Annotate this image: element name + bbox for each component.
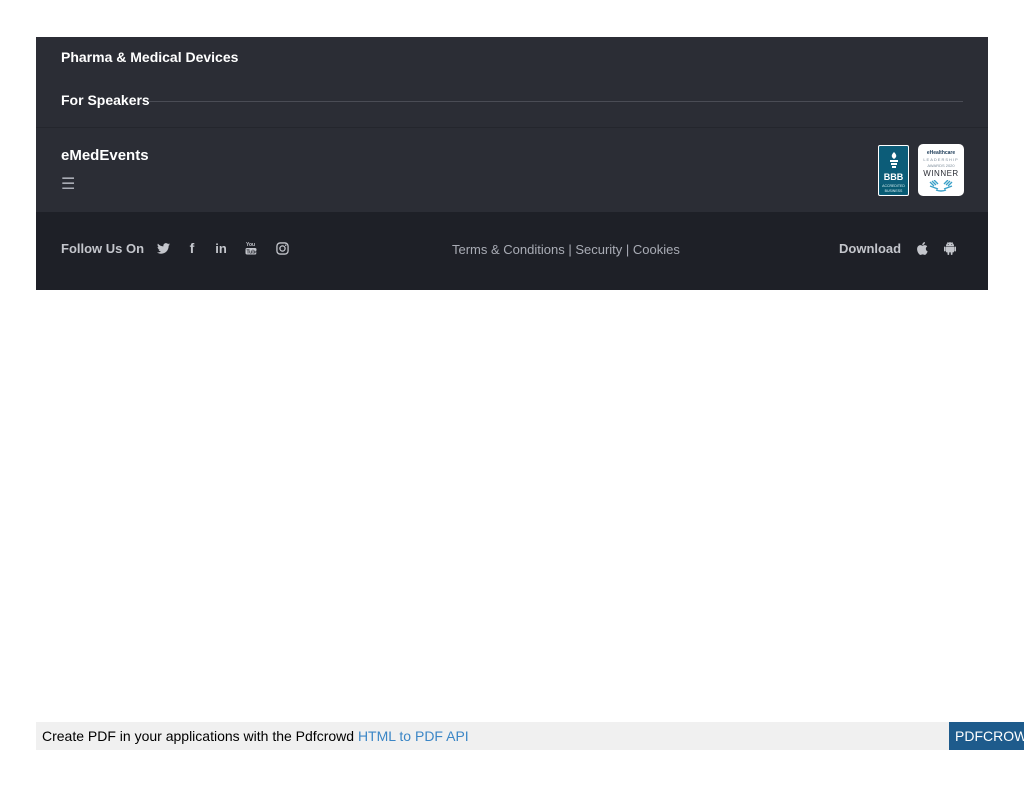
pdfcrowd-text: Create PDF in your applications with the…: [42, 728, 469, 744]
twitter-icon[interactable]: [155, 240, 171, 256]
apple-icon[interactable]: [914, 240, 930, 256]
youtube-icon[interactable]: You Tube: [243, 240, 259, 256]
footer-link-pharma[interactable]: Pharma & Medical Devices: [61, 49, 238, 65]
android-icon[interactable]: [942, 240, 958, 256]
svg-text:Tube: Tube: [247, 249, 258, 255]
pdfcrowd-badge[interactable]: PDFCROWD: [949, 722, 1024, 750]
footer-menu: Pharma & Medical Devices For Speakers: [36, 37, 988, 127]
pdfcrowd-badge-label: PDFCROWD: [955, 728, 1024, 744]
svg-text:You: You: [246, 242, 255, 248]
award-line-4: WINNER: [923, 169, 959, 178]
bbb-badge[interactable]: BBB ACCREDITED BUSINESS: [878, 145, 909, 196]
facebook-icon[interactable]: f: [184, 240, 200, 256]
bbb-label: BBB: [883, 172, 904, 182]
pdfcrowd-message: Create PDF in your applications with the…: [42, 728, 358, 744]
download-label: Download: [839, 241, 902, 256]
instagram-icon[interactable]: [274, 240, 290, 256]
brand-title: eMedEvents: [61, 147, 149, 164]
follow-label: Follow Us On: [61, 241, 145, 256]
hamburger-icon[interactable]: ☰: [61, 176, 75, 192]
award-line-2: LEADERSHIP: [923, 157, 959, 162]
terms-link[interactable]: Terms & Conditions: [452, 242, 565, 257]
legal-separator: |: [622, 242, 633, 257]
award-badge[interactable]: eHealthcare LEADERSHIP AWARDS 2020 WINNE…: [918, 144, 964, 196]
linkedin-icon[interactable]: in: [213, 240, 229, 256]
brand-section: eMedEvents ☰ BBB ACCREDITED BUSINESS eHe…: [36, 127, 988, 213]
pdfcrowd-link[interactable]: HTML to PDF API: [358, 728, 469, 744]
award-line-3: AWARDS 2020: [927, 163, 955, 168]
cookies-link[interactable]: Cookies: [633, 242, 680, 257]
security-link[interactable]: Security: [575, 242, 622, 257]
footer-bottom-bar: Follow Us On f in You Tube Terms & Condi…: [36, 212, 988, 290]
award-line-1: eHealthcare: [926, 150, 956, 156]
site-footer: Pharma & Medical Devices For Speakers eM…: [36, 37, 988, 290]
bbb-sublabel: ACCREDITED BUSINESS: [880, 184, 907, 194]
legal-links: Terms & Conditions | Security | Cookies: [452, 242, 680, 257]
legal-separator: |: [564, 242, 576, 257]
torch-icon: [890, 152, 898, 168]
footer-link-speakers[interactable]: For Speakers: [61, 92, 150, 108]
divider: [148, 101, 963, 102]
wreath-icon: [929, 180, 953, 192]
pdfcrowd-bar: Create PDF in your applications with the…: [36, 722, 949, 750]
